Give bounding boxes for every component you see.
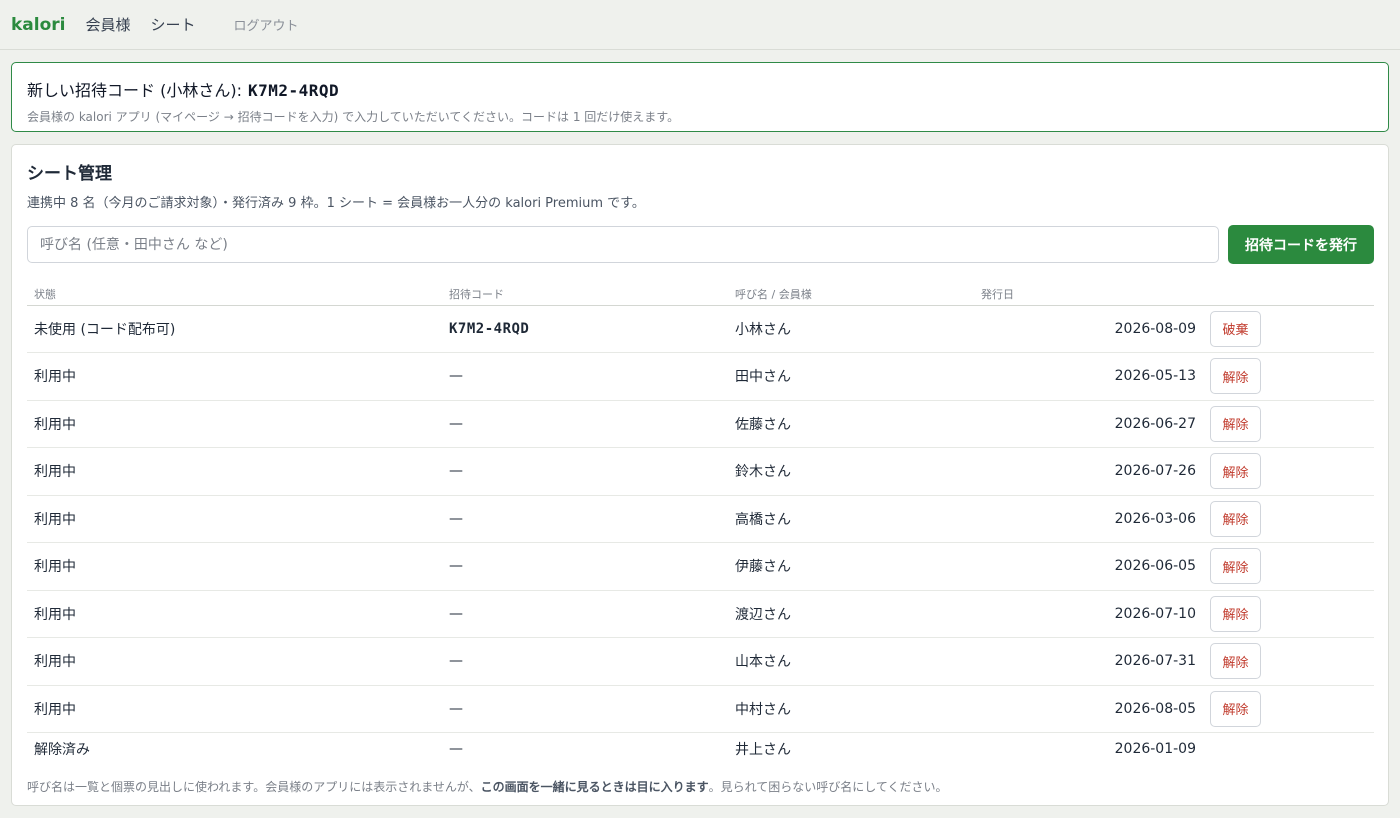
column-header-nickname: 呼び名 / 会員様 — [728, 283, 974, 306]
row-invite-code: — — [442, 637, 728, 686]
new-invite-code-banner: 新しい招待コード (小林さん): K7M2-4RQD 会員様の kalori ア… — [11, 62, 1389, 132]
seats-table: 状態 招待コード 呼び名 / 会員様 発行日 未使用 (コード配布可) K7M2… — [27, 283, 1374, 765]
row-actions: 破棄 — [1210, 305, 1374, 353]
discard-code-button[interactable]: 破棄 — [1210, 310, 1261, 347]
nickname-input[interactable] — [27, 226, 1219, 263]
row-invite-code: — — [442, 590, 728, 638]
release-seat-button[interactable]: 解除 — [1210, 548, 1261, 585]
row-invite-code: — — [449, 740, 463, 757]
row-nickname: 小林さん — [728, 305, 974, 353]
page-title: シート管理 — [27, 164, 112, 184]
row-issued-date: 2026-01-09 — [1114, 740, 1196, 757]
row-status: 利用中 — [27, 495, 442, 543]
row-actions: 解除 — [1210, 352, 1374, 401]
row-issued-date: 2026-07-10 — [974, 590, 1210, 638]
footnote-text-before: 呼び名は一覧と個票の見出しに使われます。会員様のアプリには表示されませんが、 — [27, 780, 481, 794]
row-actions: 解除 — [1210, 400, 1374, 448]
table-header-row: 状態 招待コード 呼び名 / 会員様 発行日 — [27, 283, 1374, 306]
table-row: 未使用 (コード配布可) K7M2-4RQD 小林さん 2026-08-09 破… — [27, 305, 1374, 353]
release-seat-button[interactable]: 解除 — [1210, 643, 1261, 680]
row-status: 利用中 — [27, 542, 442, 591]
release-seat-button[interactable]: 解除 — [1210, 690, 1261, 727]
banner-note: 会員様の kalori アプリ (マイページ → 招待コードを入力) で入力して… — [27, 110, 680, 124]
logout-link[interactable]: ログアウト — [234, 15, 299, 34]
row-nickname: 井上さん — [735, 741, 791, 758]
table-row: 利用中 — 山本さん 2026-07-31 解除 — [27, 637, 1374, 686]
row-issued-date: 2026-06-05 — [974, 542, 1210, 591]
row-actions — [1210, 733, 1374, 765]
release-seat-button[interactable]: 解除 — [1210, 500, 1261, 537]
row-nickname: 鈴木さん — [728, 447, 974, 496]
row-status: 利用中 — [27, 590, 442, 638]
row-invite-code: — — [442, 447, 728, 496]
nav-link-seats[interactable]: シート — [151, 14, 196, 35]
table-row: 利用中 — 渡辺さん 2026-07-10 解除 — [27, 590, 1374, 638]
column-header-issued-date: 発行日 — [974, 283, 1210, 306]
footnote-text-after: 。見られて困らない呼び名にしてください。 — [708, 780, 948, 794]
nav-link-members[interactable]: 会員様 — [86, 14, 131, 35]
nickname-footnote: 呼び名は一覧と個票の見出しに使われます。会員様のアプリには表示されませんが、この… — [27, 778, 948, 795]
row-invite-code: — — [442, 400, 728, 448]
table-row: 利用中 — 高橋さん 2026-03-06 解除 — [27, 495, 1374, 543]
row-actions: 解除 — [1210, 447, 1374, 496]
footnote-emphasis: この画面を一緒に見るときは目に入ります — [480, 780, 709, 794]
row-invite-code: — — [442, 352, 728, 401]
row-issued-date: 2026-08-05 — [974, 685, 1210, 733]
table-row: 解除済み — 井上さん 2026-01-09 — [27, 733, 1374, 765]
row-nickname: 田中さん — [728, 352, 974, 401]
row-nickname: 高橋さん — [728, 495, 974, 543]
column-header-actions — [1210, 283, 1374, 306]
row-issued-date: 2026-03-06 — [974, 495, 1210, 543]
issue-invite-code-button[interactable]: 招待コードを発行 — [1228, 225, 1374, 264]
release-seat-button[interactable]: 解除 — [1210, 358, 1261, 395]
row-issued-date: 2026-08-09 — [974, 305, 1210, 353]
column-header-invite-code: 招待コード — [442, 283, 728, 306]
row-actions: 解除 — [1210, 685, 1374, 733]
table-row: 利用中 — 田中さん 2026-05-13 解除 — [27, 352, 1374, 401]
row-invite-code: K7M2-4RQD — [442, 305, 728, 353]
banner-title-line: 新しい招待コード (小林さん): K7M2-4RQD — [27, 77, 1373, 101]
row-nickname: 渡辺さん — [728, 590, 974, 638]
release-seat-button[interactable]: 解除 — [1210, 405, 1261, 442]
row-nickname: 山本さん — [728, 637, 974, 686]
row-issued-date: 2026-07-31 — [974, 637, 1210, 686]
top-nav: kalori 会員様 シート ログアウト — [0, 0, 1400, 50]
row-status: 利用中 — [27, 400, 442, 448]
brand-logo[interactable]: kalori — [11, 15, 66, 35]
row-invite-code: — — [442, 495, 728, 543]
banner-invite-code: K7M2-4RQD — [247, 81, 340, 100]
seat-summary: 連携中 8 名（今月のご請求対象）・発行済み 9 枠。1 シート = 会員様お一… — [27, 196, 645, 211]
row-nickname: 佐藤さん — [728, 400, 974, 448]
release-seat-button[interactable]: 解除 — [1210, 595, 1261, 632]
row-actions: 解除 — [1210, 637, 1374, 686]
row-status: 解除済み — [34, 741, 90, 758]
row-actions: 解除 — [1210, 495, 1374, 543]
row-nickname: 中村さん — [728, 685, 974, 733]
table-row: 利用中 — 伊藤さん 2026-06-05 解除 — [27, 542, 1374, 591]
row-invite-code: — — [442, 542, 728, 591]
row-status: 未使用 (コード配布可) — [27, 305, 442, 353]
column-header-status: 状態 — [27, 283, 442, 306]
banner-title: 新しい招待コード (小林さん): — [27, 81, 242, 100]
row-actions: 解除 — [1210, 590, 1374, 638]
table-row: 利用中 — 鈴木さん 2026-07-26 解除 — [27, 447, 1374, 496]
row-status: 利用中 — [27, 637, 442, 686]
table-row: 利用中 — 佐藤さん 2026-06-27 解除 — [27, 400, 1374, 448]
row-nickname: 伊藤さん — [728, 542, 974, 591]
row-issued-date: 2026-07-26 — [974, 447, 1210, 496]
row-status: 利用中 — [27, 352, 442, 401]
row-issued-date: 2026-06-27 — [974, 400, 1210, 448]
row-invite-code: — — [442, 685, 728, 733]
row-status: 利用中 — [27, 447, 442, 496]
release-seat-button[interactable]: 解除 — [1210, 453, 1261, 490]
row-status: 利用中 — [27, 685, 442, 733]
table-row: 利用中 — 中村さん 2026-08-05 解除 — [27, 685, 1374, 733]
row-issued-date: 2026-05-13 — [974, 352, 1210, 401]
seat-management-card: シート管理 連携中 8 名（今月のご請求対象）・発行済み 9 枠。1 シート =… — [11, 144, 1389, 806]
row-actions: 解除 — [1210, 542, 1374, 591]
